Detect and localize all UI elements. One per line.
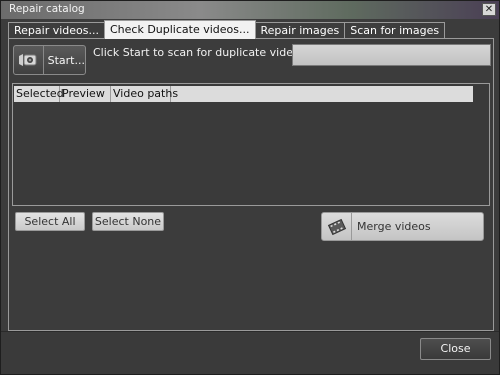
list-header: Selected Preview Video paths [14, 86, 473, 102]
title-bar[interactable]: Repair catalog ✕ [1, 1, 499, 19]
start-button[interactable]: Start... [13, 45, 86, 75]
film-icon [322, 213, 352, 240]
tab-scan-for-images[interactable]: Scan for images [344, 22, 446, 39]
close-button[interactable]: Close [420, 338, 491, 360]
window-close-icon[interactable]: ✕ [482, 3, 496, 16]
tab-repair-videos[interactable]: Repair videos... [8, 22, 105, 39]
camera-icon [14, 46, 44, 74]
select-all-button[interactable]: Select All [15, 212, 85, 231]
tab-repair-images[interactable]: Repair images [254, 22, 346, 39]
column-header-selected[interactable]: Selected [14, 86, 64, 102]
merge-videos-label: Merge videos [357, 220, 431, 233]
scan-hint-text: Click Start to scan for duplicate videos… [93, 46, 316, 59]
scan-progress-bar [292, 44, 491, 66]
column-header-preview[interactable]: Preview [60, 86, 111, 102]
column-header-video-paths[interactable]: Video paths [111, 86, 178, 102]
tab-bar: Repair videos... Check Duplicate videos.… [8, 20, 446, 39]
tab-check-duplicate-videos[interactable]: Check Duplicate videos... [103, 20, 256, 39]
select-none-button[interactable]: Select None [92, 212, 164, 231]
merge-videos-button[interactable]: Merge videos [321, 212, 484, 241]
repair-catalog-window: Repair catalog ✕ Repair videos... Check … [0, 0, 500, 375]
duplicate-videos-list[interactable]: Selected Preview Video paths [12, 83, 490, 206]
window-title: Repair catalog [9, 3, 85, 15]
start-button-label: Start... [47, 53, 85, 67]
